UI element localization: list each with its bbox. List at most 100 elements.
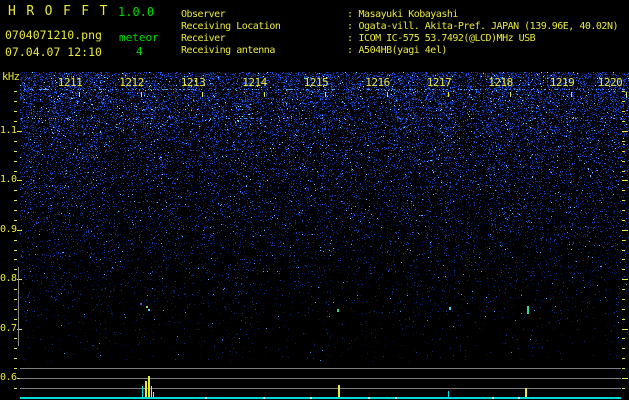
freq-major-tick-right	[622, 180, 628, 181]
level-gridline	[20, 368, 621, 369]
freq-minor-tick	[14, 338, 17, 339]
time-tick	[325, 92, 326, 97]
freq-minor-tick-right	[622, 259, 625, 260]
freq-axis-unit: kHz	[2, 71, 20, 83]
freq-range-indicator	[18, 267, 19, 346]
freq-minor-tick	[14, 171, 17, 172]
freq-minor-tick-right	[622, 309, 625, 310]
level-spike	[151, 386, 152, 397]
time-tick-label: 1215	[303, 76, 329, 89]
baseline-speck	[518, 397, 520, 399]
freq-major-tick-right	[622, 329, 628, 330]
freq-major-tick-right	[622, 131, 628, 132]
meteor-echo-mark	[146, 306, 148, 308]
time-tick-label: 1220	[597, 76, 623, 89]
time-tick-label: 1211	[57, 76, 83, 89]
freq-minor-tick	[14, 91, 17, 92]
freq-minor-tick	[14, 240, 17, 241]
time-tick-label: 1214	[242, 76, 267, 89]
level-gridline	[20, 388, 621, 389]
meteor-echo-mark	[140, 303, 142, 305]
meteor-echo-mark	[527, 306, 529, 314]
time-tick-label: 1212	[119, 76, 144, 89]
level-gridline	[20, 378, 621, 379]
meteor-echo-mark	[148, 309, 150, 311]
freq-major-tick	[17, 230, 22, 231]
time-tick-label: 1213	[180, 76, 206, 89]
level-spike	[525, 388, 527, 397]
freq-minor-tick-right	[622, 289, 625, 290]
freq-tick-label: 0.6	[0, 372, 17, 383]
freq-minor-tick	[14, 259, 17, 260]
freq-minor-tick	[14, 299, 17, 300]
freq-minor-tick	[14, 358, 17, 359]
freq-minor-tick	[14, 210, 17, 211]
freq-minor-tick	[14, 309, 17, 310]
time-tick	[263, 92, 265, 97]
freq-tick-label: 1.0	[0, 174, 17, 185]
time-tick-label: 1217	[426, 76, 452, 89]
freq-tick-label: 1.1	[0, 125, 17, 136]
freq-minor-tick-right	[622, 171, 625, 172]
level-spike	[145, 381, 147, 397]
freq-minor-tick-right	[622, 210, 625, 211]
freq-minor-tick	[14, 151, 17, 152]
level-baseline	[20, 397, 621, 399]
time-tick	[202, 92, 203, 97]
baseline-speck	[310, 397, 312, 399]
freq-major-tick	[17, 180, 22, 181]
time-tick	[386, 92, 388, 97]
freq-major-tick-right	[622, 279, 628, 280]
meteor-echo-mark	[337, 309, 339, 312]
freq-minor-tick	[14, 121, 17, 122]
freq-major-tick-right	[622, 378, 628, 379]
time-tick	[140, 92, 142, 97]
freq-minor-tick	[14, 200, 17, 201]
freq-tick-label: 0.8	[0, 273, 17, 284]
plot-layer: 1.1 1.0 0.9 0.8 0.7 0.6 1211 1212 1213 1214 1215 12…	[0, 0, 629, 400]
meteor-echo-mark	[449, 307, 451, 310]
freq-minor-tick-right	[622, 101, 625, 102]
freq-minor-tick-right	[622, 338, 625, 339]
freq-minor-tick	[14, 348, 17, 349]
baseline-speck	[263, 397, 265, 399]
freq-minor-tick-right	[622, 151, 625, 152]
freq-minor-tick-right	[622, 121, 625, 122]
freq-minor-tick	[14, 289, 17, 290]
baseline-speck	[492, 397, 494, 399]
freq-minor-tick-right	[622, 240, 625, 241]
time-tick	[448, 92, 449, 97]
freq-minor-tick	[14, 319, 17, 320]
time-tick	[79, 92, 80, 97]
freq-minor-tick	[14, 190, 17, 191]
freq-minor-tick-right	[622, 319, 625, 320]
level-spike	[338, 385, 340, 397]
freq-major-tick	[17, 131, 22, 132]
level-spike	[148, 376, 150, 397]
freq-minor-tick-right	[622, 141, 625, 142]
freq-minor-tick-right	[622, 269, 625, 270]
freq-minor-tick-right	[622, 250, 625, 251]
time-tick	[626, 92, 627, 97]
freq-minor-tick-right	[622, 299, 625, 300]
freq-minor-tick-right	[622, 200, 625, 201]
freq-minor-tick-right	[622, 388, 625, 389]
freq-minor-tick	[14, 250, 17, 251]
level-spike	[448, 391, 449, 397]
level-spike	[153, 392, 154, 397]
freq-minor-tick	[14, 368, 17, 369]
freq-minor-tick-right	[622, 220, 625, 221]
freq-minor-tick	[14, 161, 17, 162]
freq-minor-tick-right	[622, 348, 625, 349]
freq-major-tick-right	[622, 230, 628, 231]
freq-minor-tick-right	[622, 111, 625, 112]
freq-minor-tick	[14, 141, 17, 142]
freq-minor-tick	[14, 111, 17, 112]
baseline-speck	[395, 397, 397, 399]
freq-minor-tick	[14, 388, 17, 389]
freq-tick-label: 0.9	[0, 224, 17, 235]
freq-minor-tick	[14, 220, 17, 221]
freq-minor-tick-right	[622, 91, 625, 92]
freq-minor-tick	[14, 101, 17, 102]
baseline-speck	[205, 397, 207, 399]
